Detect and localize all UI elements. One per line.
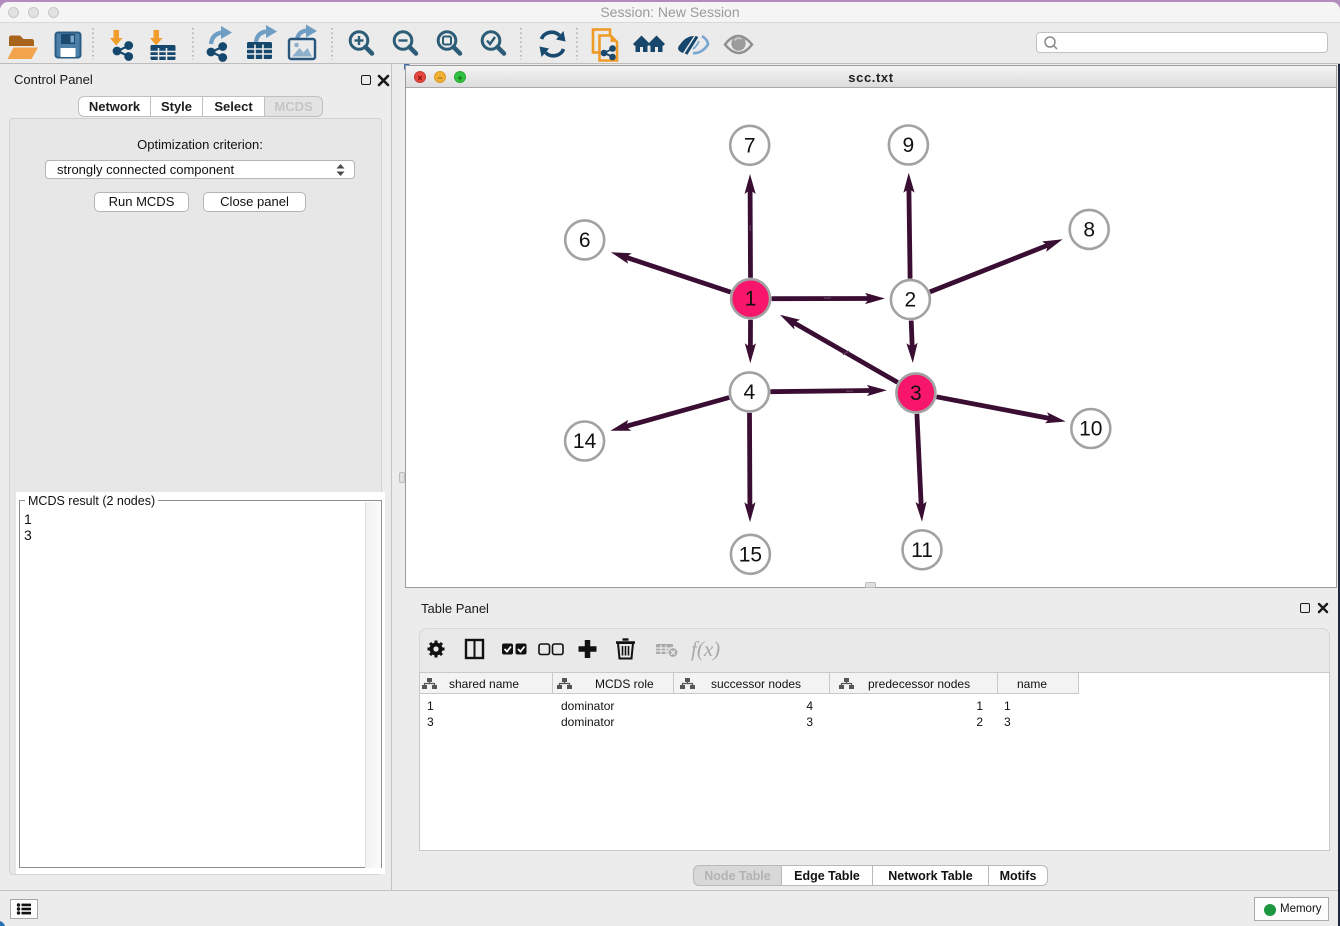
svg-text:11: 11 <box>911 539 933 562</box>
svg-text:4: 4 <box>744 381 756 404</box>
svg-text:2: 2 <box>905 289 917 312</box>
svg-text:8: 8 <box>1083 218 1095 241</box>
svg-text:3: 3 <box>910 382 922 405</box>
svg-text:7: 7 <box>744 134 756 157</box>
svg-text:9: 9 <box>903 134 915 157</box>
svg-text:f(x): f(x) <box>691 637 720 661</box>
svg-text:15: 15 <box>739 543 762 566</box>
svg-text:1: 1 <box>745 288 757 311</box>
svg-text:6: 6 <box>579 229 591 252</box>
svg-text:14: 14 <box>573 430 597 453</box>
svg-text:10: 10 <box>1079 418 1102 441</box>
